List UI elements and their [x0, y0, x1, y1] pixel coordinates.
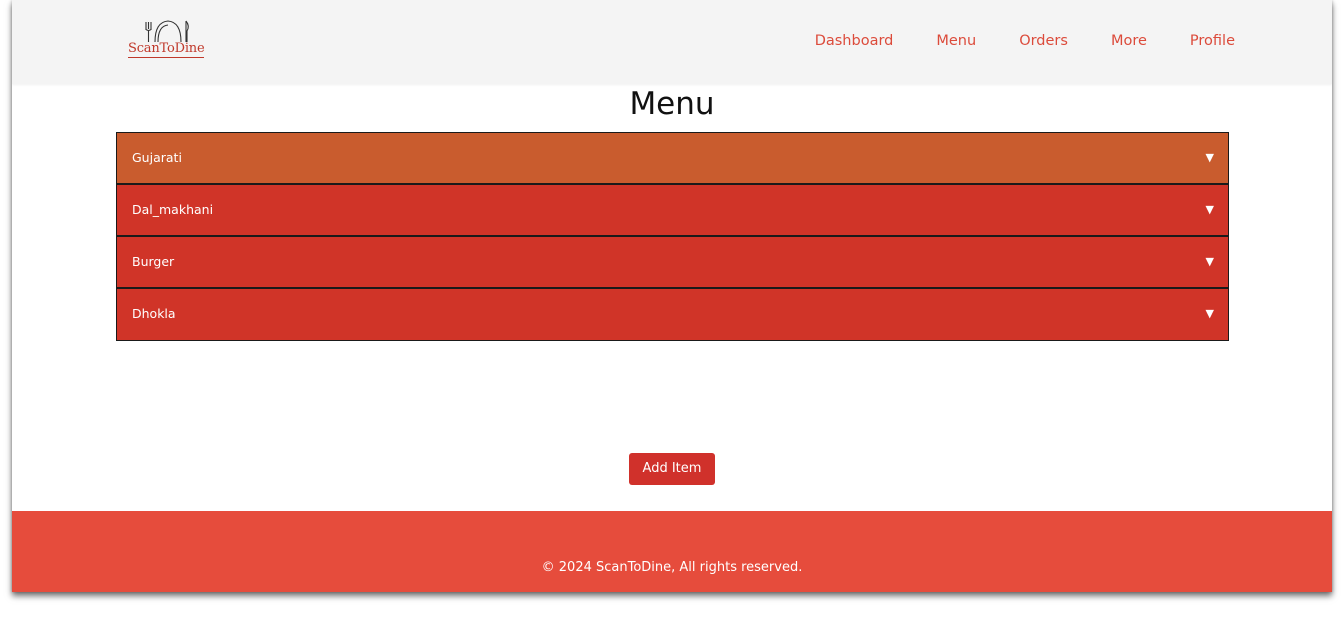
navbar: ScanToDine Dashboard Menu Orders More Pr…	[12, 0, 1332, 84]
accordion-item-label: Dhokla	[132, 306, 176, 321]
nav-orders[interactable]: Orders	[1019, 31, 1068, 51]
accordion-item-label: Burger	[132, 254, 175, 269]
accordion-item-label: Dal_makhani	[132, 202, 214, 217]
accordion-item-gujarati[interactable]: Gujarati ▼	[117, 133, 1228, 185]
footer: © 2024 ScanToDine, All rights reserved.	[12, 511, 1332, 592]
main-nav: Dashboard Menu Orders More Profile	[815, 31, 1235, 51]
caret-down-icon: ▼	[1205, 203, 1214, 216]
nav-profile[interactable]: Profile	[1190, 31, 1235, 51]
caret-down-icon: ▼	[1205, 151, 1214, 164]
add-item-button[interactable]: Add Item	[629, 453, 715, 485]
menu-accordion: Gujarati ▼ Dal_makhani ▼ Burger ▼ Dhokla…	[116, 132, 1229, 341]
accordion-item-dal-makhani[interactable]: Dal_makhani ▼	[117, 185, 1228, 237]
accordion-item-dhokla[interactable]: Dhokla ▼	[117, 289, 1228, 341]
logo-text: ScanToDine	[128, 41, 205, 58]
nav-menu[interactable]: Menu	[936, 31, 976, 51]
page-title: Menu	[629, 86, 715, 122]
caret-down-icon: ▼	[1205, 255, 1214, 268]
nav-dashboard[interactable]: Dashboard	[815, 31, 894, 51]
caret-down-icon: ▼	[1205, 307, 1214, 320]
accordion-item-burger[interactable]: Burger ▼	[117, 237, 1228, 289]
logo[interactable]: ScanToDine	[126, 18, 212, 62]
app-window: ScanToDine Dashboard Menu Orders More Pr…	[12, 0, 1332, 592]
accordion-item-label: Gujarati	[132, 150, 182, 165]
footer-copyright: © 2024 ScanToDine, All rights reserved.	[541, 560, 803, 575]
nav-more[interactable]: More	[1111, 31, 1147, 51]
